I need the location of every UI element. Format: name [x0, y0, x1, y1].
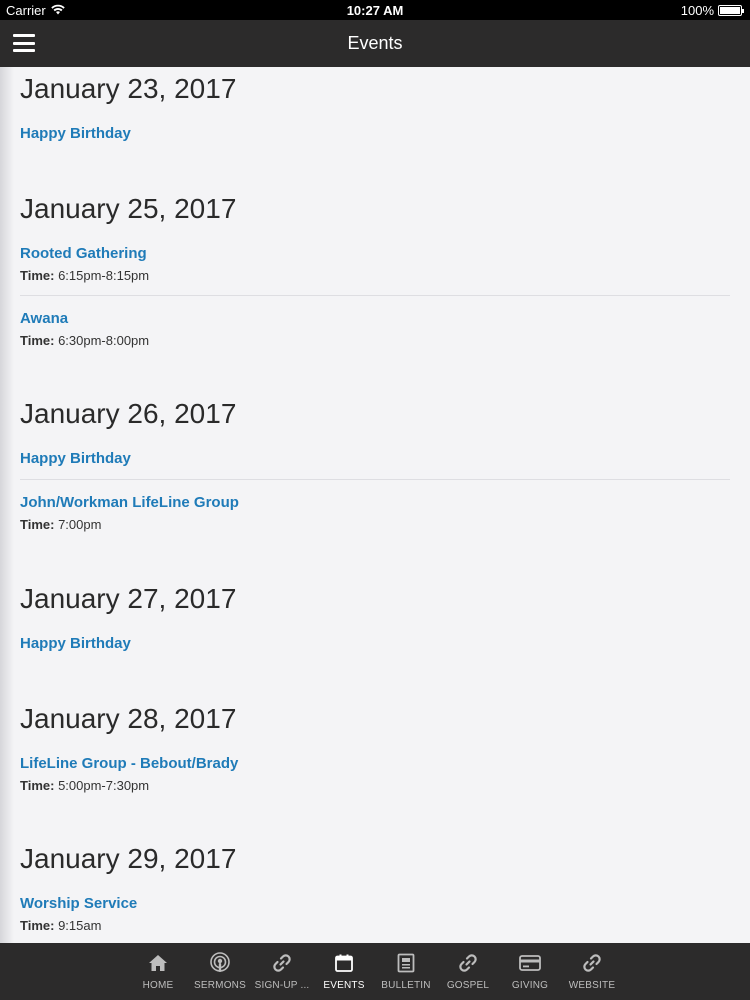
link-icon — [581, 952, 603, 974]
day-date-header: January 25, 2017 — [20, 193, 237, 224]
day-date-header: January 23, 2017 — [20, 73, 237, 104]
day-date-header: January 28, 2017 — [20, 703, 237, 734]
battery-icon — [718, 4, 744, 16]
event-time-value: 7:00pm — [58, 517, 102, 532]
event-time-label: Time: — [20, 778, 55, 793]
event-time: Time: 7:00pm — [20, 517, 730, 532]
event-title-link[interactable]: Happy Birthday — [20, 125, 730, 142]
event-title-link[interactable]: LifeLine Group - Bebout/Brady — [20, 755, 730, 772]
event-time-value: 6:30pm-8:00pm — [58, 333, 150, 348]
tab-events[interactable]: EVENTS — [313, 943, 375, 1000]
event-item[interactable]: Worship Service Time: 9:15am — [20, 881, 730, 943]
home-icon — [147, 952, 169, 974]
events-list[interactable]: January 23, 2017 Happy Birthday January 25… — [0, 67, 750, 943]
day-date-header: January 27, 2017 — [20, 583, 237, 614]
day-date-header: January 26, 2017 — [20, 398, 237, 429]
battery-percent: 100% — [680, 2, 714, 18]
status-bar: Carrier 10:27 AM 100% — [0, 0, 750, 20]
tab-label: GIVING — [511, 980, 549, 991]
event-item[interactable]: John/Workman LifeLine Group Time: 7:00pm — [20, 480, 730, 544]
day-section: January 23, 2017 Happy Birthday — [0, 67, 750, 154]
tab-website[interactable]: WEBSITE — [561, 943, 623, 1000]
tab-home[interactable]: HOME — [127, 943, 189, 1000]
page-title: Events — [347, 33, 403, 53]
event-time-value: 5:00pm-7:30pm — [58, 778, 150, 793]
event-time-value: 6:15pm-8:15pm — [58, 268, 150, 283]
day-section: January 27, 2017 Happy Birthday — [0, 577, 750, 664]
event-item[interactable]: Happy Birthday — [20, 436, 730, 480]
tab-label: SIGN-UP ... — [254, 980, 310, 991]
nav-bar: Events — [0, 20, 750, 67]
event-time-label: Time: — [20, 918, 55, 933]
event-item[interactable]: LifeLine Group - Bebout/Brady Time: 5:00p… — [20, 741, 730, 805]
event-title-link[interactable]: Rooted Gathering — [20, 245, 730, 262]
tab-label: GOSPEL — [446, 980, 490, 991]
battery-fill — [720, 6, 740, 14]
tab-label: BULLETIN — [381, 980, 431, 991]
event-item[interactable]: Happy Birthday — [20, 621, 730, 664]
document-icon — [395, 952, 417, 974]
event-time-value: 9:15am — [58, 918, 102, 933]
event-time-label: Time: — [20, 268, 55, 283]
credit-card-icon — [519, 952, 541, 974]
event-time: Time: 6:15pm-8:15pm — [20, 268, 730, 283]
tab-label: HOME — [142, 980, 174, 991]
day-date-header: January 29, 2017 — [20, 843, 237, 874]
event-title-link[interactable]: Worship Service — [20, 895, 730, 912]
calendar-icon — [333, 952, 355, 974]
day-section: January 29, 2017 Worship Service Time: 9:1… — [0, 837, 750, 943]
tab-sermons[interactable]: SERMONS — [189, 943, 251, 1000]
event-title-link[interactable]: Happy Birthday — [20, 450, 730, 467]
event-title-link[interactable]: Happy Birthday — [20, 635, 730, 652]
event-time: Time: 5:00pm-7:30pm — [20, 778, 730, 793]
event-item[interactable]: Happy Birthday — [20, 111, 730, 154]
event-title-link[interactable]: Awana — [20, 310, 730, 327]
tab-giving[interactable]: GIVING — [499, 943, 561, 1000]
day-section: January 25, 2017 Rooted Gathering Time: 6:… — [0, 187, 750, 360]
event-item[interactable]: Rooted Gathering Time: 6:15pm-8:15pm — [20, 231, 730, 296]
podcast-icon — [209, 952, 231, 974]
event-item[interactable]: Awana Time: 6:30pm-8:00pm — [20, 296, 730, 360]
day-section: January 28, 2017 LifeLine Group - Bebout/… — [0, 697, 750, 805]
event-time: Time: 6:30pm-8:00pm — [20, 333, 730, 348]
event-title-link[interactable]: John/Workman LifeLine Group — [20, 494, 730, 511]
event-time-label: Time: — [20, 517, 55, 532]
link-icon — [457, 952, 479, 974]
tab-label: WEBSITE — [568, 980, 616, 991]
tab-gospel[interactable]: GOSPEL — [437, 943, 499, 1000]
status-time: 10:27 AM — [346, 2, 404, 18]
tab-sign-up[interactable]: SIGN-UP ... — [251, 943, 313, 1000]
event-time-label: Time: — [20, 333, 55, 348]
tab-bulletin[interactable]: BULLETIN — [375, 943, 437, 1000]
tab-label: EVENTS — [323, 980, 365, 991]
tab-bar: HOME SERMONS SIGN-UP ... EVENTS BULLETIN GOSP… — [0, 943, 750, 1000]
tab-label: SERMONS — [194, 980, 246, 991]
event-time: Time: 9:15am — [20, 918, 730, 933]
link-icon — [271, 952, 293, 974]
status-right: 100% — [680, 2, 744, 18]
day-section: January 26, 2017 Happy Birthday John/Workm… — [0, 392, 750, 544]
